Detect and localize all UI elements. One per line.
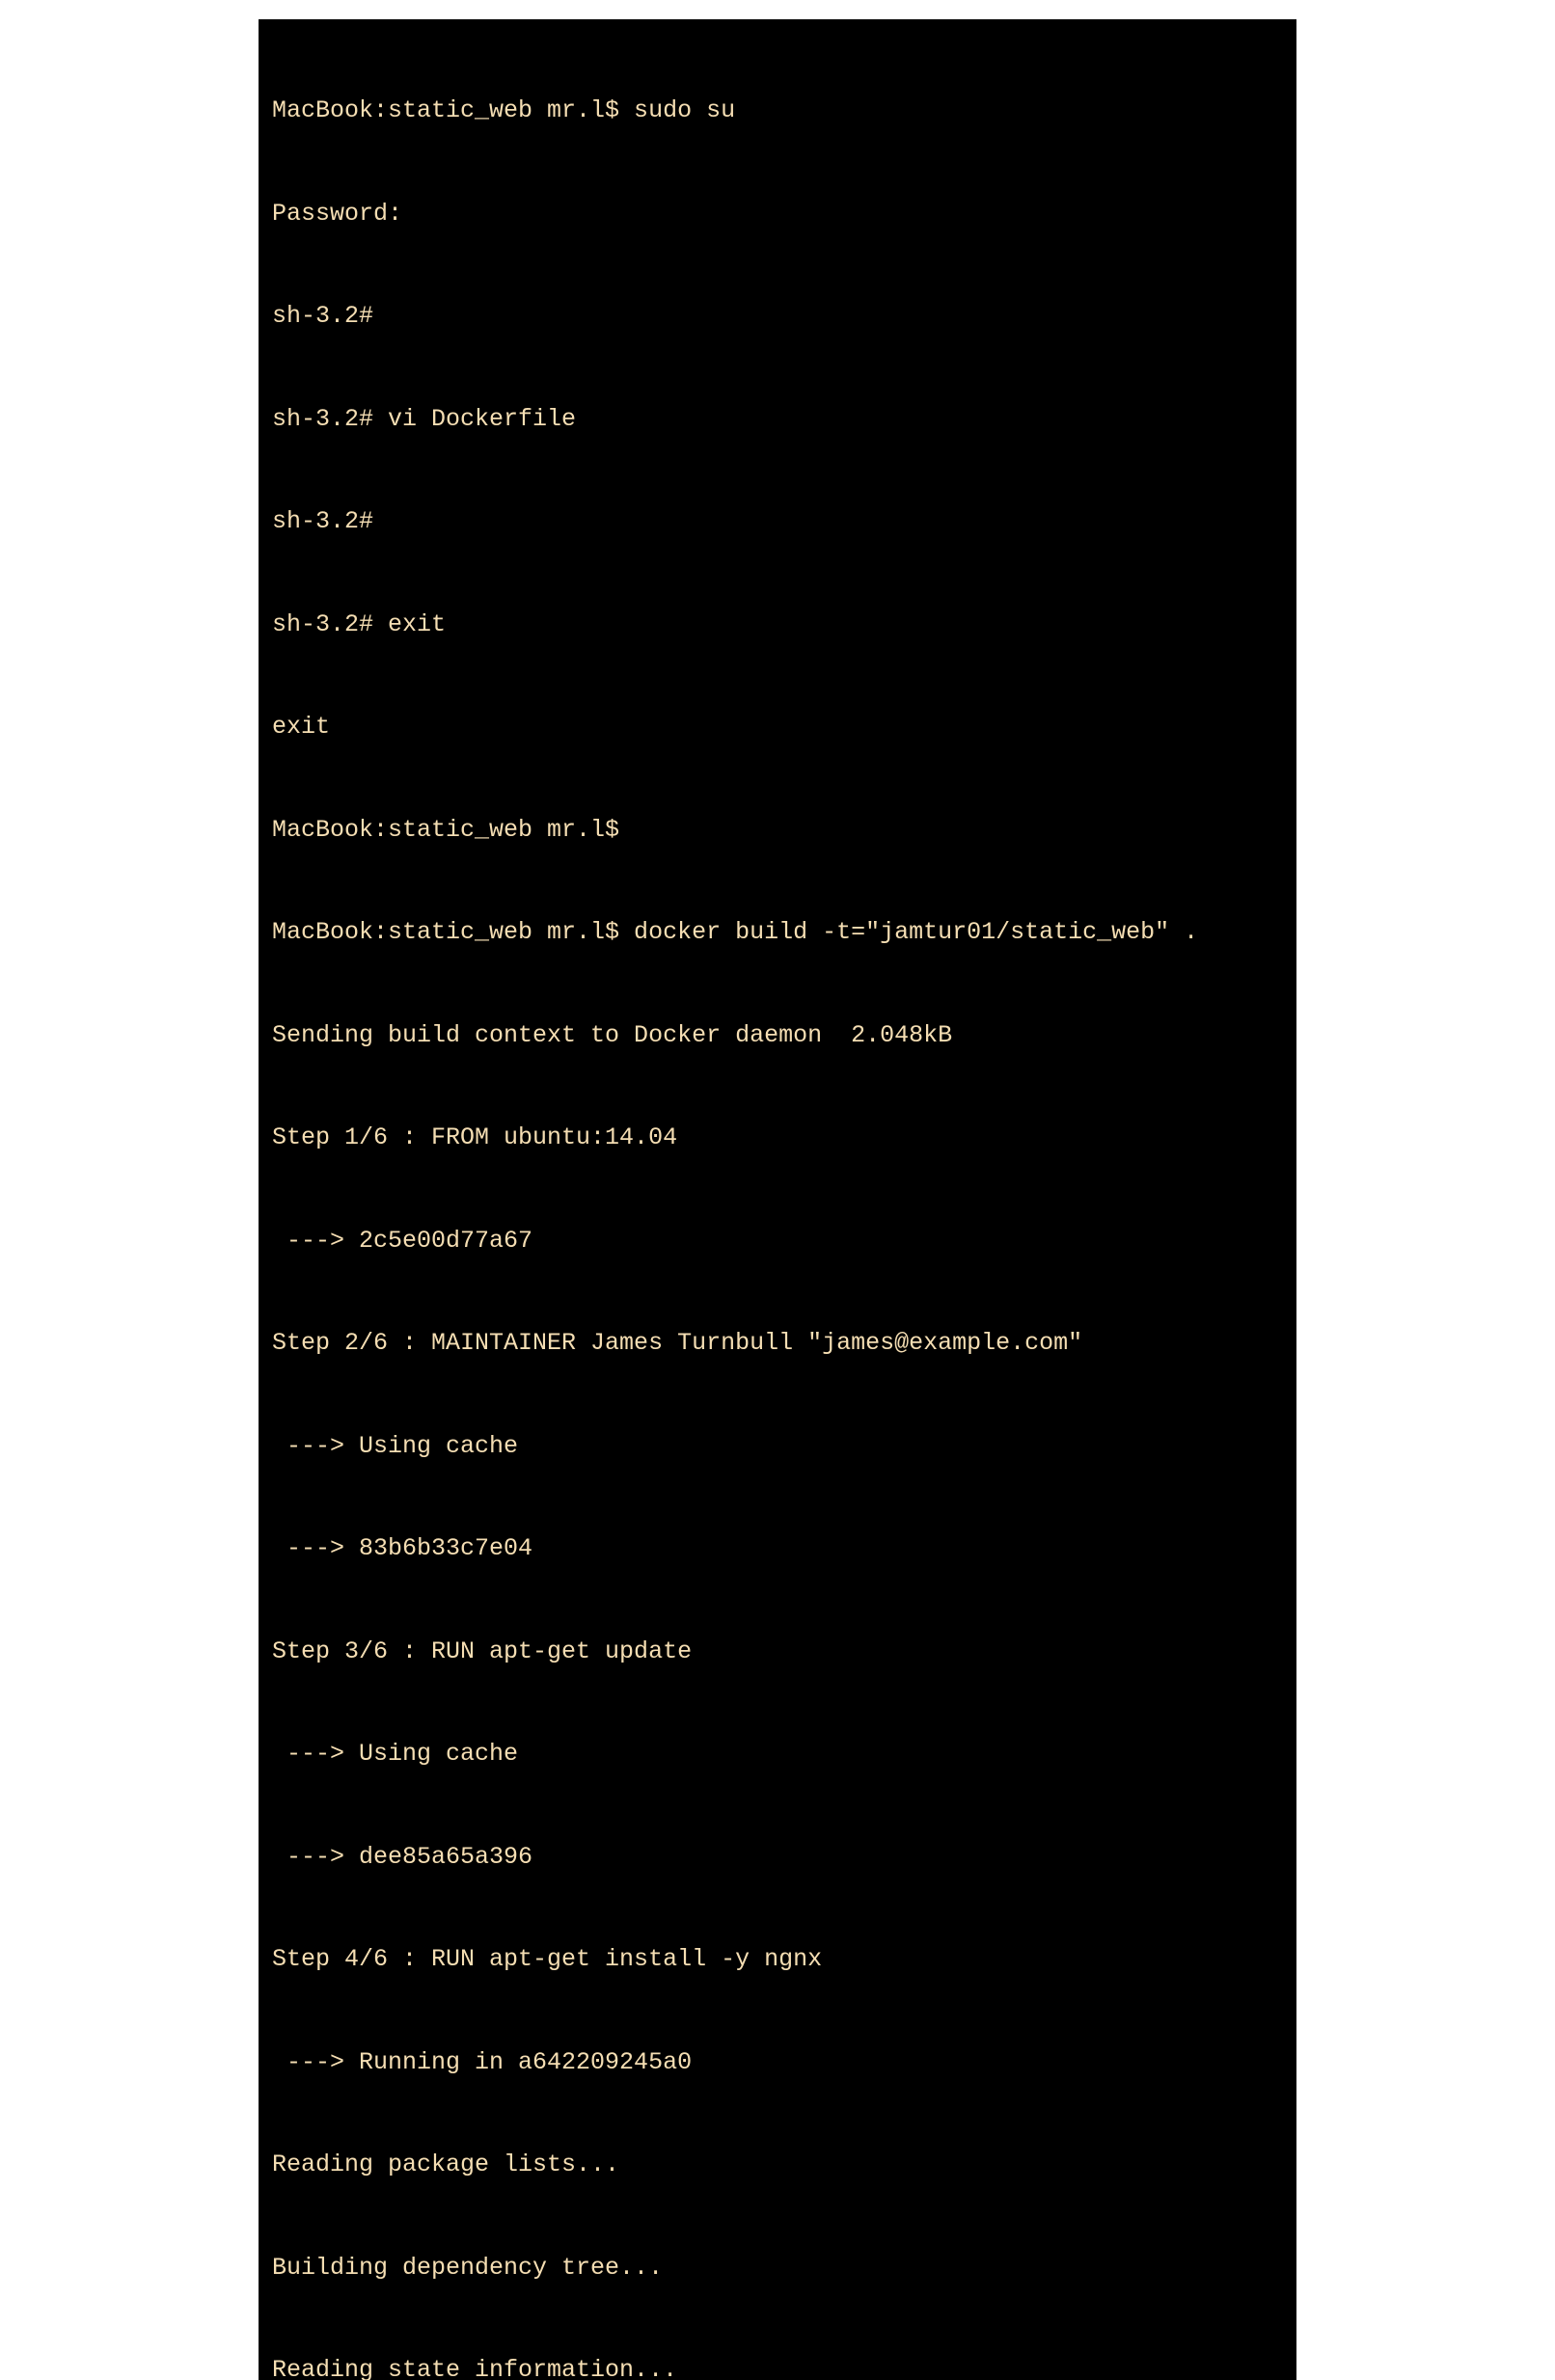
terminal-line: ---> Using cache: [272, 1737, 1283, 1771]
terminal-line: sh-3.2# vi Dockerfile: [272, 402, 1283, 437]
terminal-line: MacBook:static_web mr.l$ docker build -t…: [272, 915, 1283, 950]
terminal-line: MacBook:static_web mr.l$ sudo su: [272, 94, 1283, 128]
terminal-line: ---> 2c5e00d77a67: [272, 1224, 1283, 1258]
terminal-line: ---> Using cache: [272, 1429, 1283, 1464]
terminal-line: sh-3.2#: [272, 504, 1283, 539]
terminal-window[interactable]: MacBook:static_web mr.l$ sudo su Passwor…: [259, 19, 1296, 2380]
terminal-line: Step 3/6 : RUN apt-get update: [272, 1635, 1283, 1669]
terminal-line: Reading state information...: [272, 2353, 1283, 2380]
terminal-line: Building dependency tree...: [272, 2251, 1283, 2285]
terminal-line: ---> 83b6b33c7e04: [272, 1531, 1283, 1566]
terminal-line: Reading package lists...: [272, 2148, 1283, 2182]
terminal-line: Step 4/6 : RUN apt-get install -y ngnx: [272, 1942, 1283, 1977]
terminal-line: MacBook:static_web mr.l$: [272, 813, 1283, 848]
terminal-line: Sending build context to Docker daemon 2…: [272, 1018, 1283, 1053]
terminal-line: exit: [272, 710, 1283, 744]
terminal-line: ---> Running in a642209245a0: [272, 2045, 1283, 2080]
terminal-line: Password:: [272, 197, 1283, 231]
terminal-line: ---> dee85a65a396: [272, 1840, 1283, 1875]
terminal-line: sh-3.2# exit: [272, 608, 1283, 642]
terminal-line: Step 2/6 : MAINTAINER James Turnbull "ja…: [272, 1326, 1283, 1361]
terminal-line: Step 1/6 : FROM ubuntu:14.04: [272, 1121, 1283, 1155]
terminal-line: sh-3.2#: [272, 299, 1283, 334]
